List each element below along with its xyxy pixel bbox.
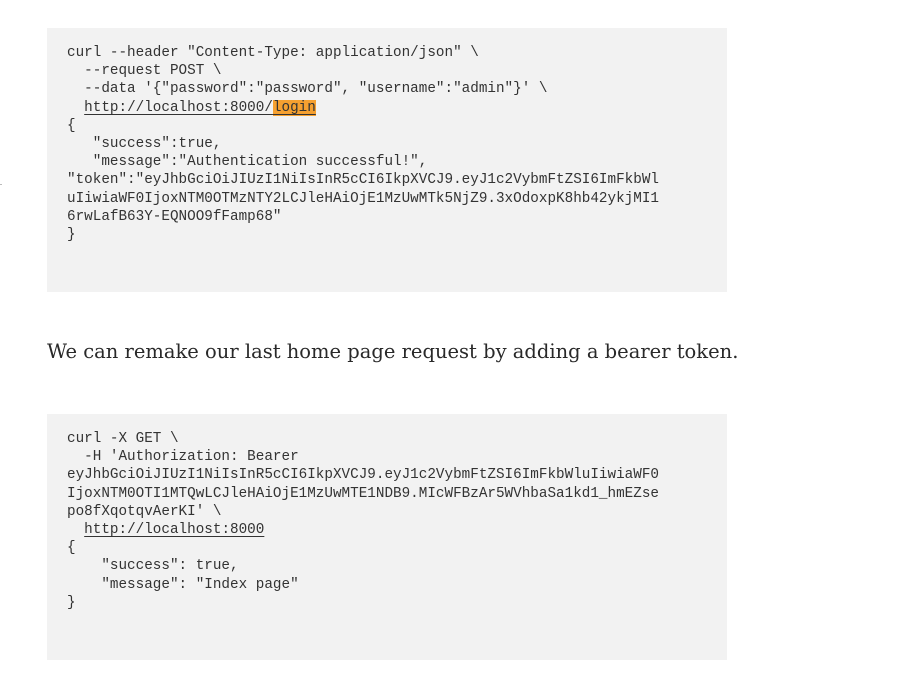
login-url-base[interactable]: http://localhost:8000/ bbox=[84, 100, 273, 116]
code-line: curl --header "Content-Type: application… bbox=[67, 45, 479, 61]
code-line: "success":true, bbox=[67, 135, 222, 152]
code-line: --data '{"password":"password", "usernam… bbox=[67, 81, 548, 98]
code-line: -H 'Authorization: Bearer bbox=[67, 449, 299, 466]
code-line: "message":"Authentication successful!", bbox=[67, 154, 428, 171]
code-line: po8fXqotqvAerKI' \ bbox=[67, 503, 222, 520]
code-line: IjoxNTM0OTI1MTQwLCJleHAiOjE1MzUwMTE1NDB9… bbox=[67, 485, 659, 502]
code-line: "token":"eyJhbGciOiJIUzI1NiIsInR5cCI6Ikp… bbox=[67, 172, 659, 189]
login-url-highlight[interactable]: login bbox=[272, 99, 316, 116]
code-line: } bbox=[67, 226, 76, 243]
code-line: 6rwLafB63Y-EQNOO9fFamp68" bbox=[67, 208, 282, 225]
code-line: "success": true, bbox=[67, 558, 239, 575]
code-line: { bbox=[67, 540, 76, 557]
code-line: --request POST \ bbox=[67, 63, 222, 80]
login-url-link[interactable]: http://localhost:8000/login bbox=[84, 99, 316, 116]
code-line: } bbox=[67, 594, 76, 611]
code-line: curl -X GET \ bbox=[67, 431, 179, 447]
localhost-url-link[interactable]: http://localhost:8000 bbox=[84, 522, 264, 538]
code-line: "message": "Index page" bbox=[67, 576, 299, 593]
code-block-bearer-request: curl -X GET \ -H 'Authorization: Bearer … bbox=[47, 414, 727, 660]
code-url-line: http://localhost:8000/login bbox=[67, 99, 707, 117]
code-url-line: http://localhost:8000 bbox=[67, 521, 707, 539]
code-line: uIiwiaWF0IjoxNTM0OTMzNTY2LCJleHAiOjE1MzU… bbox=[67, 190, 659, 207]
code-line: { bbox=[67, 117, 76, 134]
code-line: eyJhbGciOiJIUzI1NiIsInR5cCI6IkpXVCJ9.eyJ… bbox=[67, 467, 659, 484]
code-block-login-request: curl --header "Content-Type: application… bbox=[47, 28, 727, 292]
page-edge-mark bbox=[0, 184, 2, 185]
body-paragraph: We can remake our last home page request… bbox=[47, 340, 739, 363]
